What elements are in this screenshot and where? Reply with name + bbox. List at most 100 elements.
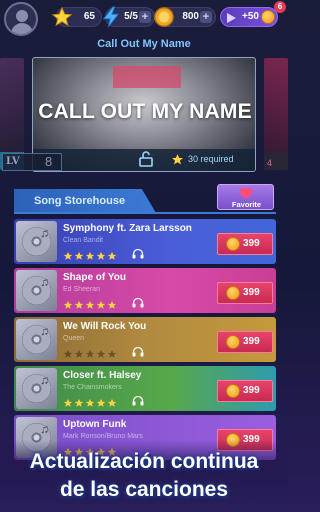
headphones-icon — [132, 346, 144, 357]
list-item[interactable]: ♫ Shape of You Ed Sheeran 399 — [14, 268, 276, 313]
star-icon — [96, 395, 106, 407]
star-icon — [85, 395, 95, 407]
buy-button[interactable]: 399 — [217, 331, 273, 353]
list-item[interactable]: ♫ Symphony ft. Zara Larsson Clean Bandit… — [14, 219, 276, 264]
headphones-icon — [132, 297, 144, 308]
star-icon — [107, 346, 117, 358]
featured-song-card[interactable]: CALL OUT MY NAME 30 required — [32, 57, 256, 172]
favorite-label: Favorite — [231, 200, 262, 209]
caption-line-1: Actualización continua — [29, 450, 259, 473]
add-energy-button[interactable]: + — [139, 11, 151, 23]
star-icon — [107, 297, 117, 309]
song-artist: Ed Sheeran — [63, 286, 100, 293]
star-icon — [74, 346, 84, 358]
buy-button[interactable]: 399 — [217, 380, 273, 402]
coin-icon — [226, 237, 240, 251]
stage-banner — [113, 66, 181, 88]
vinyl-disc-icon: ♫ — [16, 270, 57, 311]
stars-count: 65 — [83, 11, 95, 22]
vinyl-disc-icon: ♫ — [16, 319, 57, 360]
headphones-icon — [132, 395, 144, 406]
star-icon — [96, 248, 106, 260]
song-title: Closer ft. Halsey — [63, 370, 142, 381]
coin-icon — [226, 286, 240, 300]
star-icon — [96, 297, 106, 309]
song-title: We Will Rock You — [63, 321, 147, 332]
coins-counter: 800 + — [154, 7, 216, 27]
vinyl-disc-icon: ♫ — [16, 221, 57, 262]
song-artist: Queen — [63, 335, 85, 342]
buy-button[interactable]: 399 — [217, 233, 273, 255]
energy-counter: 5/5 + — [102, 6, 155, 28]
price-value: 399 — [243, 336, 260, 347]
stars-counter: 65 — [51, 6, 102, 27]
lightning-icon — [102, 6, 120, 28]
star-icon — [63, 297, 73, 309]
lock-icon — [139, 151, 153, 167]
star-icon — [107, 248, 117, 260]
tab-song-storehouse[interactable]: Song Storehouse — [14, 189, 156, 213]
star-icon — [85, 346, 95, 358]
song-rating — [63, 297, 118, 309]
song-title: Shape of You — [63, 272, 126, 283]
level-value: 8 — [45, 154, 53, 169]
heart-icon — [239, 187, 253, 200]
storehouse-divider — [14, 212, 276, 214]
coin-icon — [226, 335, 240, 349]
star-icon — [85, 297, 95, 309]
coins-count: 800 — [182, 11, 199, 22]
song-title: Uptown Funk — [63, 419, 127, 430]
price-value: 399 — [243, 238, 260, 249]
promo-caption: Actualización continua de las canciones — [0, 448, 288, 504]
star-icon — [74, 297, 84, 309]
song-artist: The Chainsmokers — [63, 384, 122, 391]
headphones-icon — [132, 248, 144, 259]
star-icon — [107, 395, 117, 407]
stars-required: 30 required — [188, 154, 234, 164]
caption-line-2: de las canciones — [59, 478, 229, 501]
next-song-card[interactable]: 4 — [264, 58, 288, 170]
star-icon — [172, 154, 183, 165]
star-icon — [63, 346, 73, 358]
list-item[interactable]: ♫ Closer ft. Halsey The Chainsmokers 399 — [14, 366, 276, 411]
avatar-head — [16, 10, 28, 22]
coin-icon — [226, 384, 240, 398]
song-title: Symphony ft. Zara Larsson — [63, 223, 192, 234]
energy-count: 5/5 — [124, 11, 138, 22]
level-tag: LV 8 — [2, 153, 62, 171]
price-value: 399 — [243, 385, 260, 396]
list-item[interactable]: ♫ We Will Rock You Queen 399 — [14, 317, 276, 362]
ad-badge: 6 — [274, 1, 286, 13]
storehouse-label: Song Storehouse — [34, 195, 126, 207]
song-artist: Clean Bandit — [63, 237, 104, 244]
star-icon — [63, 395, 73, 407]
favorite-button[interactable]: Favorite — [217, 184, 274, 210]
buy-button[interactable]: 399 — [217, 282, 273, 304]
star-icon — [96, 346, 106, 358]
top-bar: 65 5/5 + 800 + +50 6 — [0, 0, 288, 36]
unlock-bar: 30 required — [33, 149, 255, 171]
song-rating — [63, 395, 118, 407]
coin-icon — [261, 10, 275, 24]
song-rating — [63, 346, 118, 358]
star-icon — [74, 248, 84, 260]
price-value: 399 — [243, 287, 260, 298]
song-rating — [63, 248, 118, 260]
song-artist: Mark Ronson/Bruno Mars — [63, 433, 143, 440]
featured-song-title: CALL OUT MY NAME — [38, 100, 252, 123]
vinyl-disc-icon: ♫ — [16, 368, 57, 409]
star-icon — [63, 248, 73, 260]
coin-icon — [154, 7, 174, 27]
ad-reward: +50 — [242, 11, 259, 22]
section-title: Call Out My Name — [97, 38, 191, 50]
watch-ad-button[interactable]: +50 — [220, 7, 278, 27]
avatar[interactable] — [4, 2, 38, 36]
star-icon — [51, 6, 73, 27]
star-icon — [74, 395, 84, 407]
level-label: LV — [6, 156, 20, 167]
avatar-body — [11, 23, 33, 34]
add-coins-button[interactable]: + — [200, 11, 212, 23]
play-video-icon — [227, 13, 236, 23]
next-song-label: 4 — [267, 158, 273, 168]
star-icon — [85, 248, 95, 260]
